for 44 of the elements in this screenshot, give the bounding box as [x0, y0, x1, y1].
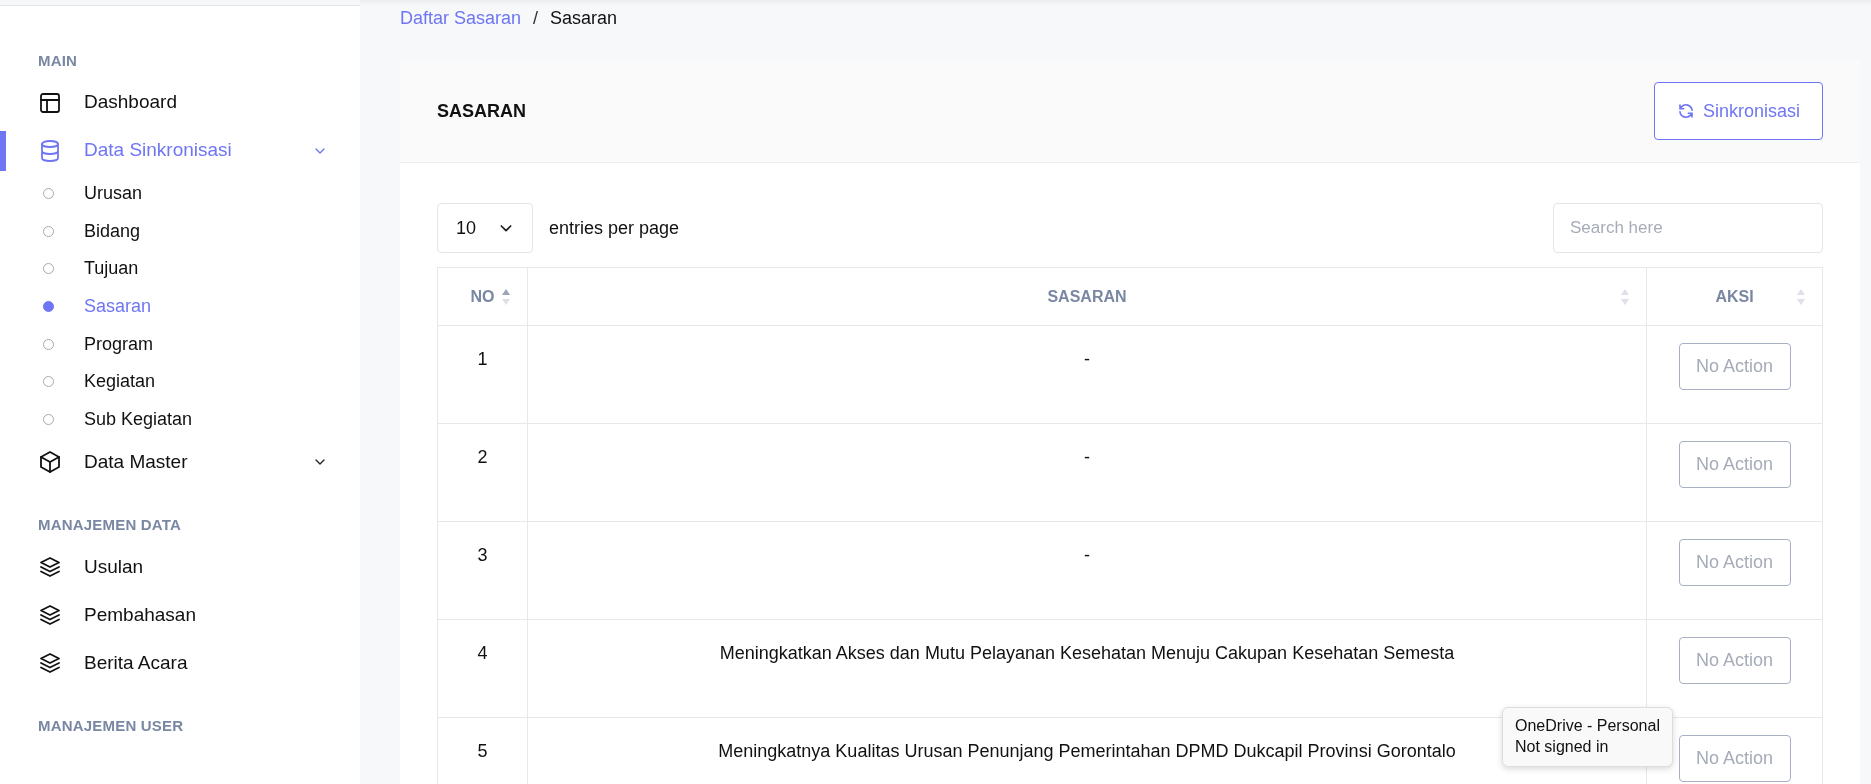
section-heading: MANAJEMEN DATA — [37, 515, 183, 536]
sidebar-item[interactable]: Pembahasan — [0, 590, 360, 639]
tooltip-text: OneDrive - Personal — [1515, 716, 1660, 736]
table-cell: - — [527, 521, 1647, 620]
submenu-item[interactable]: Sasaran — [0, 287, 360, 326]
layers-icon — [38, 554, 62, 579]
card-title: SASARAN — [437, 99, 526, 123]
column-header[interactable]: SASARAN — [527, 267, 1647, 326]
section-heading: MAIN — [37, 51, 79, 71]
database-icon — [38, 138, 62, 163]
submenu-item[interactable]: Bidang — [0, 212, 360, 250]
sync-button[interactable]: Sinkronisasi — [1653, 82, 1823, 140]
table-cell: 2 — [437, 423, 528, 522]
sidebar-item[interactable]: Usulan — [0, 542, 360, 591]
submenu-item[interactable]: Sub Kegiatan — [0, 400, 360, 439]
breadcrumb-separator: / — [533, 7, 539, 30]
cube-icon — [38, 450, 62, 475]
column-header[interactable]: NO — [437, 267, 528, 326]
table-cell: - — [527, 325, 1647, 424]
table-cell: 5 — [437, 717, 528, 784]
layers-icon — [38, 602, 62, 627]
entries-label: entries per page — [549, 216, 680, 240]
sidebar-item[interactable]: Berita Acara — [0, 638, 360, 687]
page-size-select[interactable]: 10 — [437, 203, 534, 253]
layers-icon — [38, 650, 62, 675]
sidebar-item[interactable]: Data Master — [0, 438, 360, 487]
submenu-item[interactable]: Kegiatan — [0, 362, 360, 401]
search-field[interactable]: Search here — [1553, 203, 1823, 253]
breadcrumb-link[interactable]: Daftar Sasaran — [400, 5, 522, 60]
section-heading: MANAJEMEN USER — [37, 715, 185, 736]
submenu-item[interactable]: Urusan — [0, 174, 360, 213]
sync-icon — [1676, 102, 1695, 120]
submenu-item[interactable]: Tujuan — [0, 249, 360, 288]
tooltip-text: Not signed in — [1515, 736, 1610, 757]
column-header[interactable]: AKSI — [1646, 267, 1823, 326]
layout-icon — [38, 90, 62, 115]
sidebar-item[interactable]: Data Sinkronisasi — [0, 126, 360, 175]
submenu-item[interactable]: Program — [0, 325, 360, 363]
table-cell: 3 — [437, 521, 528, 620]
table-cell: 1 — [437, 325, 528, 424]
table-cell: - — [527, 423, 1647, 522]
sidebar-item[interactable]: Dashboard — [0, 78, 360, 127]
table-cell: 4 — [437, 619, 528, 718]
breadcrumb-current: Sasaran — [550, 7, 618, 30]
